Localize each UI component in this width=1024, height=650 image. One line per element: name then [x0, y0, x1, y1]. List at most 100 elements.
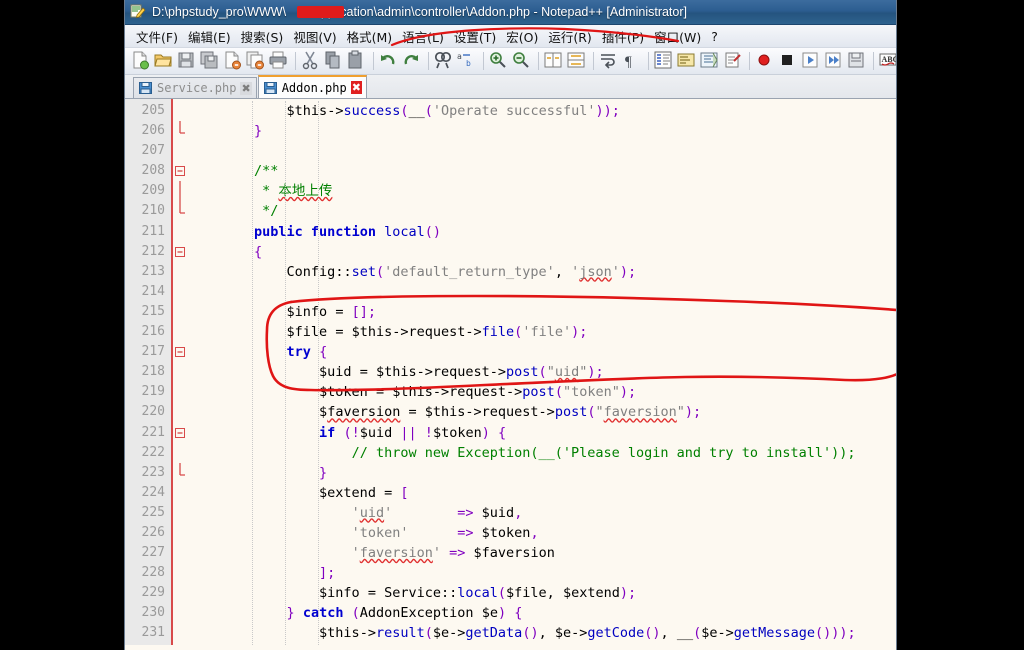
menu-edit[interactable]: 编辑(E)	[183, 25, 236, 48]
document-tab-addon-php[interactable]: Addon.php ✖	[257, 75, 367, 98]
code-line[interactable]: */	[189, 201, 896, 221]
code-line[interactable]: $uid = $this->request->post("uid");	[189, 362, 896, 382]
code-token: $token	[481, 524, 531, 541]
document-tab-service-php[interactable]: Service.php ✖	[133, 77, 257, 98]
code-text-area[interactable]: $this->success(__('Operate successful'))…	[189, 99, 896, 650]
code-line[interactable]: $file = $this->request->file('file');	[189, 322, 896, 342]
stop-macro-icon[interactable]	[777, 50, 799, 72]
code-line[interactable]: $faversion = $this->request->post("faver…	[189, 402, 896, 422]
save-macro-icon[interactable]	[846, 50, 868, 72]
copy-icon[interactable]	[323, 50, 345, 72]
fold-marker-start[interactable]	[171, 423, 189, 443]
code-token: local	[457, 585, 498, 602]
code-line[interactable]: if (!$uid || !$token) {	[189, 423, 896, 443]
play-multiple-icon[interactable]	[823, 50, 845, 72]
find-icon[interactable]	[433, 50, 455, 72]
menu-window[interactable]: 窗口(W)	[649, 25, 706, 48]
code-line[interactable]: }	[189, 121, 896, 141]
code-line[interactable]: * 本地上传	[189, 181, 896, 201]
line-number: 224	[141, 484, 165, 500]
fold-marker-none	[171, 563, 189, 583]
undo-icon[interactable]	[378, 50, 400, 72]
code-line[interactable]: $token = $this->request->post("token");	[189, 382, 896, 402]
new-file-icon[interactable]	[130, 50, 152, 72]
zoom-out-icon[interactable]	[511, 50, 533, 72]
paste-icon[interactable]	[346, 50, 368, 72]
toolbar-separator	[373, 52, 374, 70]
play-macro-icon[interactable]	[800, 50, 822, 72]
menu-view[interactable]: 视图(V)	[288, 25, 341, 48]
menu-help[interactable]: ?	[706, 27, 723, 46]
spell-check-icon[interactable]: ABC	[878, 50, 896, 72]
menu-plugins[interactable]: 插件(P)	[597, 25, 649, 48]
close-tab-icon[interactable]: ✖	[350, 81, 362, 94]
code-token: Service	[384, 585, 441, 602]
code-token: '	[384, 504, 393, 521]
fold-marker-start[interactable]	[171, 161, 189, 181]
code-line[interactable]: Config::set('default_return_type', 'json…	[189, 262, 896, 282]
record-macro-icon[interactable]	[754, 50, 776, 72]
code-line[interactable]: 'token' => $token,	[189, 523, 896, 543]
line-number: 229	[141, 585, 165, 601]
save-all-icon[interactable]	[199, 50, 221, 72]
code-line[interactable]: ];	[189, 563, 896, 583]
line-number: 223	[141, 464, 165, 480]
document-map-icon[interactable]	[699, 50, 721, 72]
code-token: $this	[286, 103, 328, 119]
word-wrap-icon[interactable]	[598, 50, 620, 72]
code-line[interactable]: } catch (AddonException $e) {	[189, 603, 896, 623]
code-line[interactable]: }	[189, 463, 896, 483]
print-icon[interactable]	[268, 50, 290, 72]
menu-settings[interactable]: 设置(T)	[449, 25, 501, 48]
open-file-icon[interactable]	[153, 50, 175, 72]
replace-icon[interactable]: ab	[456, 50, 478, 72]
save-icon[interactable]	[176, 50, 198, 72]
sync-horizontal-icon[interactable]	[566, 50, 588, 72]
code-line[interactable]: $this->result($e->getData(), $e->getCode…	[189, 623, 896, 643]
close-all-icon[interactable]	[245, 50, 267, 72]
code-line[interactable]	[189, 141, 896, 161]
code-line[interactable]: // throw new Exception(__('Please login …	[189, 443, 896, 463]
code-token: {	[254, 243, 263, 260]
code-line[interactable]: {	[189, 242, 896, 262]
code-line[interactable]: $info = [];	[189, 302, 896, 322]
sync-vertical-icon[interactable]	[543, 50, 565, 72]
code-token: 'file'	[522, 324, 572, 341]
code-line[interactable]: $this->success(__('Operate successful'))…	[189, 101, 896, 121]
code-line[interactable]: 'faversion' => $faversion	[189, 543, 896, 563]
cut-icon[interactable]	[300, 50, 322, 72]
menu-run[interactable]: 运行(R)	[543, 25, 596, 48]
code-line[interactable]: public function local()	[189, 222, 896, 242]
zoom-in-icon[interactable]	[488, 50, 510, 72]
code-token: ::	[440, 585, 458, 602]
fold-marker-start[interactable]	[171, 242, 189, 262]
code-fold-column[interactable]	[171, 99, 189, 650]
menu-format[interactable]: 格式(M)	[342, 25, 398, 48]
redo-icon[interactable]	[401, 50, 423, 72]
code-line[interactable]	[189, 282, 896, 302]
code-line[interactable]: $extend = [	[189, 483, 896, 503]
code-line[interactable]: $info = Service::local($file, $extend);	[189, 583, 896, 603]
close-tab-icon[interactable]: ✖	[240, 81, 252, 95]
fold-marker-start[interactable]	[171, 342, 189, 362]
code-line[interactable]: try {	[189, 342, 896, 362]
show-all-chars-icon[interactable]: ¶	[621, 50, 643, 72]
code-line[interactable]: 'uid' => $uid,	[189, 503, 896, 523]
menu-language[interactable]: 语言(L)	[397, 25, 449, 48]
fold-marker-none	[171, 402, 189, 422]
menu-file[interactable]: 文件(F)	[131, 25, 183, 48]
line-number: 212	[141, 243, 165, 259]
code-token: 'Operate successful'	[432, 103, 596, 119]
code-line[interactable]: /**	[189, 161, 896, 181]
tool-bar: a b ¶ ABC	[125, 48, 896, 75]
menu-search[interactable]: 搜索(S)	[236, 25, 289, 48]
window-title-bar[interactable]: D:\phpstudy_pro\WWW\ \application\admin\…	[125, 0, 896, 25]
menu-macro[interactable]: 宏(O)	[501, 25, 543, 48]
code-editor[interactable]: 205 206 207 208 209 210 211 212 213 214 215 216 217 2…	[125, 99, 896, 650]
indent-guide-icon[interactable]	[653, 50, 675, 72]
function-list-icon[interactable]	[722, 50, 744, 72]
close-file-icon[interactable]	[222, 50, 244, 72]
user-defined-dialog-icon[interactable]	[676, 50, 698, 72]
